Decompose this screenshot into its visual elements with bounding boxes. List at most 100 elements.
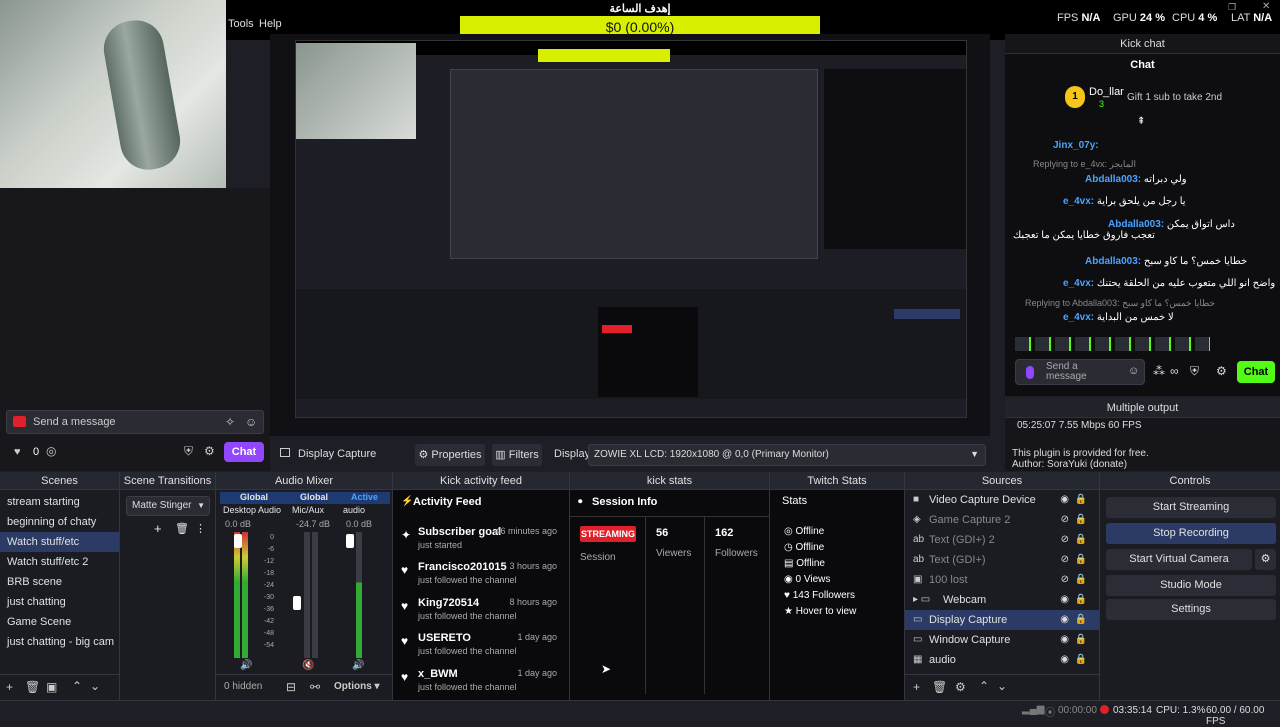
source-item[interactable]: ■ Video Capture Device ◉ 🔒: [905, 490, 1099, 510]
goal-title: إهدف الساعة: [609, 3, 671, 15]
heart-icon: ♥: [401, 599, 409, 613]
filters-button[interactable]: ▥ Filters: [492, 444, 542, 466]
viewers-value: 56: [656, 527, 669, 539]
speaker-icon[interactable]: 🔊: [240, 660, 252, 671]
filters-icon[interactable]: ▣: [46, 680, 57, 694]
lock-icon: 🔒: [1074, 514, 1087, 525]
trash-icon[interactable]: 🗑: [175, 522, 189, 535]
scene-item-selected[interactable]: Watch stuff/etc: [0, 532, 119, 552]
kick-stats-panel: kick stats ⏺ Session Info STREAMING Sess…: [570, 472, 770, 700]
volume-slider[interactable]: [346, 534, 354, 548]
left-chat-input[interactable]: Send a message ✧ ☺: [6, 410, 264, 434]
settings-button[interactable]: Settings: [1106, 599, 1276, 620]
source-item[interactable]: ab Text (GDI+) 2 ⊘ 🔒: [905, 530, 1099, 550]
users-icon[interactable]: ⁂: [1153, 364, 1165, 378]
twitch-stat-item: ♥ 143 Followers: [784, 590, 855, 601]
right-chat-input[interactable]: Send a message ☺: [1015, 359, 1145, 385]
add-icon[interactable]: +: [6, 680, 13, 694]
add-icon[interactable]: +: [154, 521, 162, 536]
twitch-stat-item[interactable]: ★ Hover to view: [784, 604, 856, 620]
activity-feed-header: Activity Feed: [413, 496, 482, 508]
start-streaming-button[interactable]: Start Streaming: [1106, 497, 1276, 518]
shield-icon[interactable]: ⛨: [184, 444, 193, 459]
gift-text[interactable]: Gift 1 sub to take 2nd: [1127, 92, 1222, 103]
link-icon[interactable]: ⚯: [310, 680, 320, 694]
scene-item[interactable]: just chatting - big cam: [0, 632, 119, 652]
audio-meter: [242, 532, 248, 658]
scene-item[interactable]: beginning of chaty: [0, 512, 119, 532]
gear-icon[interactable]: ⚙: [1216, 364, 1227, 378]
gear-icon[interactable]: ⚙: [204, 444, 215, 458]
infinity-icon[interactable]: ∞: [1170, 364, 1179, 378]
gear-icon[interactable]: ⚙: [955, 680, 966, 694]
db-scale: 0 -6 -12 -18 -24 -30 -36 -42 -48 -54: [263, 534, 274, 649]
activity-item: ♥ King720514 just followed the channel 8…: [401, 597, 557, 621]
window-icon: ▭: [913, 634, 923, 645]
properties-button[interactable]: ⚙ Properties: [415, 444, 485, 466]
heart-icon: ♥: [14, 446, 21, 458]
collapse-icon[interactable]: ⇞: [1137, 116, 1145, 127]
chevron-down-icon[interactable]: ⌄: [90, 679, 100, 693]
menu-tools[interactable]: Tools: [228, 18, 254, 30]
sparkle-icon[interactable]: ✧: [225, 415, 235, 429]
emoji-icon[interactable]: ☺: [1128, 365, 1139, 377]
scene-item[interactable]: just chatting: [0, 592, 119, 612]
twitch-stat-item: ◎ Offline: [784, 526, 825, 537]
status-bar: ▂▄▆ ⦿ 00:00:00 03:35:14 CPU: 1.3% 60.00 …: [0, 700, 1280, 727]
broadcast-icon: ⦿: [1045, 708, 1055, 719]
nested-streaming-badge: [602, 325, 632, 333]
shield-icon[interactable]: ⛨: [1190, 364, 1199, 379]
chat-message: Jinx_07y:: [1053, 140, 1099, 151]
trash-icon[interactable]: 🗑: [932, 680, 947, 694]
source-item[interactable]: ▦ audio ◉ 🔒: [905, 650, 1099, 670]
source-item[interactable]: ◈ Game Capture 2 ⊘ 🔒: [905, 510, 1099, 530]
source-item[interactable]: ▣ 100 lost ⊘ 🔒: [905, 570, 1099, 590]
trash-icon[interactable]: 🗑: [25, 680, 40, 694]
chevron-up-icon[interactable]: ⌃: [72, 679, 82, 693]
stop-recording-button[interactable]: Stop Recording: [1106, 523, 1276, 544]
transition-select[interactable]: Matte Stinger ▼: [126, 496, 210, 516]
maximize-icon[interactable]: ❐: [1228, 2, 1236, 13]
scene-item[interactable]: stream starting: [0, 492, 119, 512]
virtual-camera-settings-button[interactable]: ⚙: [1255, 549, 1276, 570]
mute-icon[interactable]: 🔇: [302, 660, 314, 671]
options-button[interactable]: Options ▾: [334, 681, 380, 692]
sources-panel: Sources ■ Video Capture Device ◉ 🔒 ◈ Game Ca…: [905, 472, 1100, 700]
source-item[interactable]: ▭ Window Capture ◉ 🔒: [905, 630, 1099, 650]
right-chat-button[interactable]: Chat: [1237, 361, 1275, 383]
scene-item[interactable]: BRB scene: [0, 572, 119, 592]
studio-mode-button[interactable]: Studio Mode: [1106, 575, 1276, 596]
chat-message: Abdalla003: ولي دبراته: [1085, 174, 1187, 185]
scenes-footer: + 🗑 ▣ ⌃ ⌄: [0, 674, 119, 700]
divider: [570, 516, 770, 517]
activity-item: ♥ Francisco201015 just followed the chan…: [401, 561, 557, 585]
scene-item[interactable]: Game Scene: [0, 612, 119, 632]
display-select[interactable]: ZOWIE XL LCD: 1920x1080 @ 0,0 (Primary M…: [588, 444, 986, 466]
selected-source-name: Display Capture: [298, 448, 377, 460]
heart-icon: ♥: [401, 563, 409, 577]
layout-icon[interactable]: ⊟: [286, 680, 296, 694]
source-item[interactable]: ab Text (GDI+) ⊘ 🔒: [905, 550, 1099, 570]
start-virtual-camera-button[interactable]: Start Virtual Camera: [1106, 549, 1252, 570]
menu-help[interactable]: Help: [259, 18, 282, 30]
chevron-up-icon[interactable]: ⌃: [979, 679, 989, 693]
close-window-icon[interactable]: ✕: [1262, 1, 1270, 12]
source-item-selected[interactable]: ▭ Display Capture ◉ 🔒: [905, 610, 1099, 630]
lat-stat: LAT N/A: [1231, 12, 1273, 24]
preview-canvas[interactable]: [270, 34, 990, 436]
text-icon: ab: [913, 554, 925, 565]
left-chat-button[interactable]: Chat: [224, 442, 264, 462]
volume-slider[interactable]: [293, 596, 301, 610]
audio-meter: [234, 532, 240, 658]
menu-icon[interactable]: ⋮: [195, 522, 206, 535]
display-select-value: ZOWIE XL LCD: 1920x1080 @ 0,0 (Primary M…: [594, 449, 829, 460]
volume-slider[interactable]: [234, 534, 242, 548]
emote-row[interactable]: [1015, 337, 1210, 351]
add-icon[interactable]: +: [913, 680, 920, 694]
chevron-down-icon[interactable]: ⌄: [997, 679, 1007, 693]
source-item[interactable]: ▸ ▭ Webcam ◉ 🔒: [905, 590, 1099, 610]
channel-name: Mic/Aux: [292, 505, 325, 515]
speaker-icon[interactable]: 🔊: [352, 660, 364, 671]
emoji-icon[interactable]: ☺: [245, 415, 257, 429]
scene-item[interactable]: Watch stuff/etc 2: [0, 552, 119, 572]
